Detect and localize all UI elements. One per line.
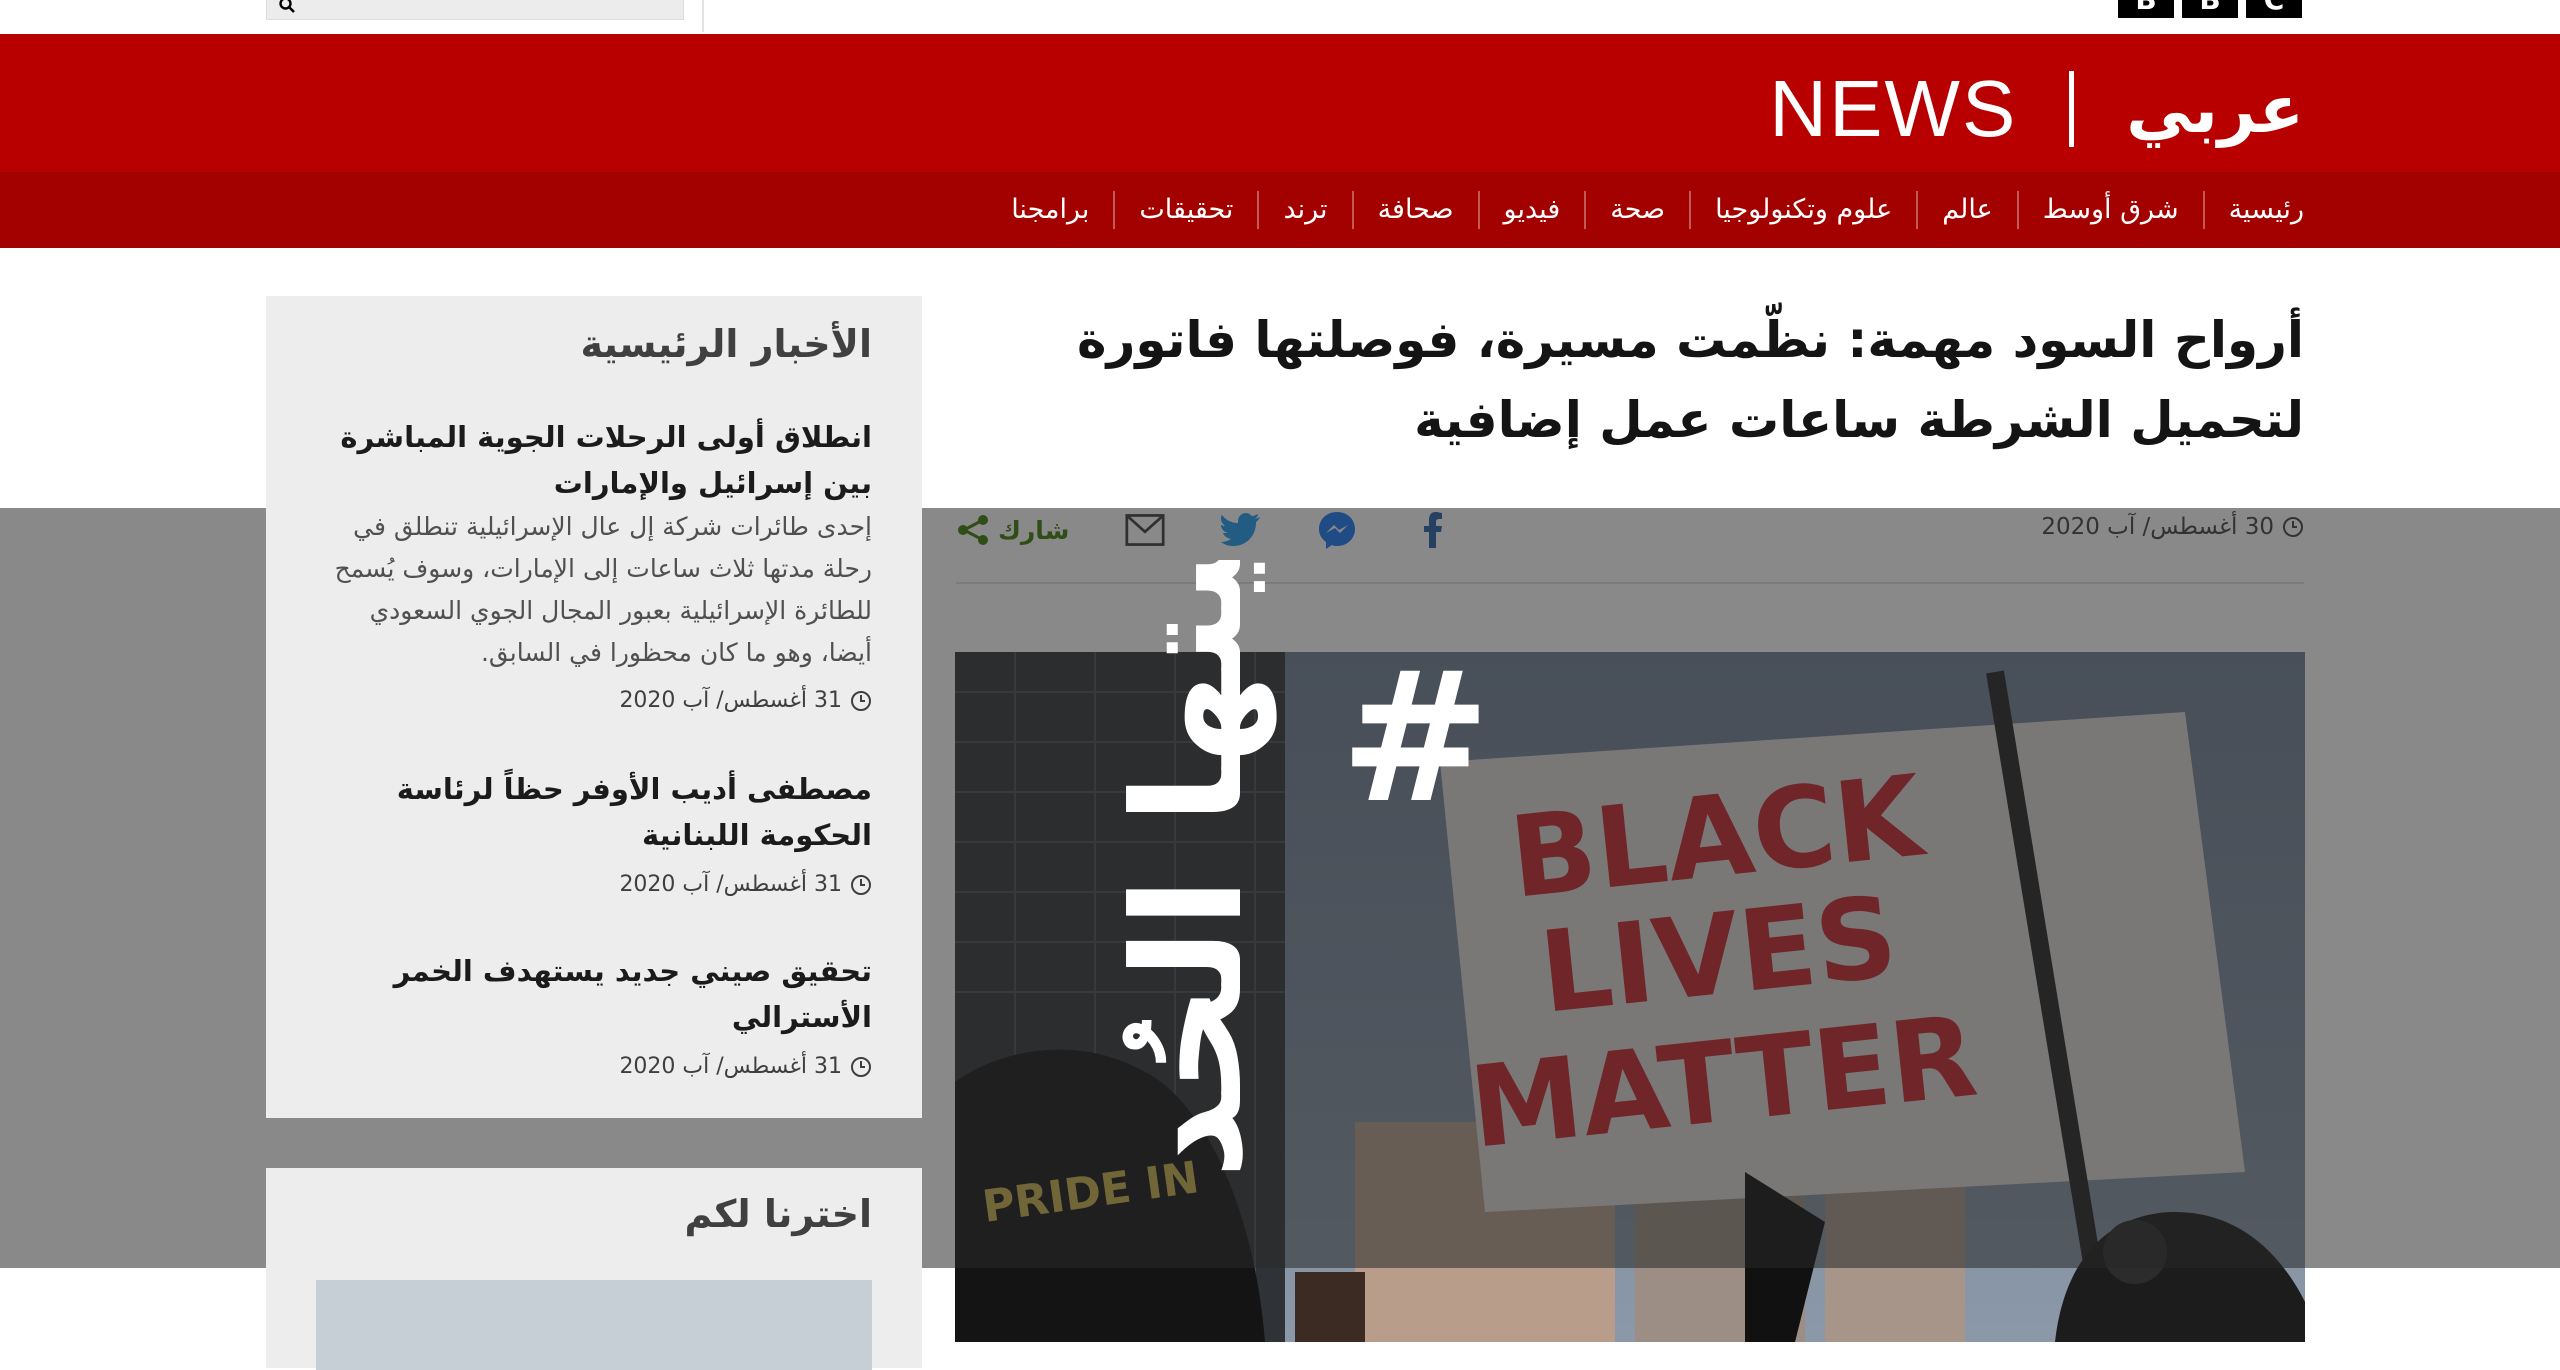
twitter-icon[interactable] bbox=[1221, 510, 1261, 550]
top-stories-panel: الأخبار الرئيسية انطلاق أولى الرحلات الج… bbox=[266, 296, 922, 1118]
top-story-date-text: 31 أغسطس/ آب 2020 bbox=[619, 1054, 842, 1079]
top-story-date-text: 31 أغسطس/ آب 2020 bbox=[619, 872, 842, 897]
editors-picks-title: اخترنا لكم bbox=[684, 1192, 873, 1236]
article-meta: 30 أغسطس/ آب 2020 شارك bbox=[956, 500, 2304, 560]
top-story-headline[interactable]: تحقيق صيني جديد يستهدف الخمر الأسترالي bbox=[312, 948, 872, 1040]
top-story-summary: إحدى طائرات شركة إل عال الإسرائيلية تنطل… bbox=[334, 512, 872, 667]
editors-picks-panel: اخترنا لكم bbox=[266, 1168, 922, 1370]
nav-item-world[interactable]: عالم bbox=[1916, 191, 2017, 229]
top-story-headline[interactable]: مصطفى أديب الأوفر حظاً لرئاسة الحكومة ال… bbox=[312, 766, 872, 858]
top-story-item[interactable]: انطلاق أولى الرحلات الجوية المباشرة بين … bbox=[312, 414, 872, 713]
bbc-logo[interactable]: B B C bbox=[2118, 0, 2308, 18]
article-date-text: 30 أغسطس/ آب 2020 bbox=[2041, 514, 2274, 540]
bbc-logo-letter: C bbox=[2246, 0, 2302, 18]
article-date: 30 أغسطس/ آب 2020 bbox=[2041, 514, 2304, 540]
top-story-date-text: 31 أغسطس/ آب 2020 bbox=[619, 688, 842, 713]
email-icon[interactable] bbox=[1125, 510, 1165, 550]
nav-item-science-tech[interactable]: علوم وتكنولوجيا bbox=[1689, 191, 1916, 229]
clock-icon bbox=[2283, 517, 2303, 537]
bbc-logo-letter: B bbox=[2118, 0, 2174, 18]
share-button[interactable]: شارك bbox=[956, 514, 1069, 546]
topbar-divider bbox=[702, 0, 704, 32]
article-headline: أرواح السود مهمة: نظّمت مسيرة، فوصلتها ف… bbox=[1077, 311, 2304, 449]
clock-icon bbox=[851, 1056, 871, 1077]
nav-item-middle-east[interactable]: شرق أوسط bbox=[2016, 191, 2203, 229]
top-story-date: 31 أغسطس/ آب 2020 bbox=[312, 688, 872, 713]
nav-item-home[interactable]: رئيسية bbox=[2202, 191, 2304, 229]
calligraphy-overlay: # ليتها الحُدود bbox=[1102, 560, 1491, 1180]
top-story-item[interactable]: مصطفى أديب الأوفر حظاً لرئاسة الحكومة ال… bbox=[312, 766, 872, 897]
search-icon[interactable] bbox=[279, 0, 295, 13]
search-input[interactable] bbox=[266, 0, 684, 20]
brand-news: NEWS bbox=[1769, 64, 2018, 153]
calligraphy-text: ليتها الحُدود bbox=[1102, 560, 1277, 1180]
nav-list: رئيسية شرق أوسط عالم علوم وتكنولوجيا صحة… bbox=[987, 172, 2304, 248]
top-story-date: 31 أغسطس/ آب 2020 bbox=[312, 872, 872, 897]
masthead: NEWS عربي bbox=[0, 34, 2560, 172]
nav-item-investigations[interactable]: تحقيقات bbox=[1113, 191, 1257, 229]
brand-logo[interactable]: NEWS عربي bbox=[1769, 64, 2304, 153]
share-bar: شارك bbox=[956, 506, 1453, 554]
top-bar: B B C bbox=[0, 0, 2560, 34]
clock-icon bbox=[851, 690, 871, 711]
top-stories-title: الأخبار الرئيسية bbox=[580, 322, 872, 366]
nav-item-press[interactable]: صحافة bbox=[1351, 191, 1478, 229]
nav-item-programs[interactable]: برامجنا bbox=[987, 191, 1113, 229]
top-story-item[interactable]: تحقيق صيني جديد يستهدف الخمر الأسترالي 3… bbox=[312, 948, 872, 1079]
facebook-icon[interactable] bbox=[1413, 510, 1453, 550]
hashtag-mark: # bbox=[1340, 634, 1491, 843]
messenger-icon[interactable] bbox=[1317, 510, 1357, 550]
share-label-text: شارك bbox=[998, 515, 1070, 545]
nav-item-health[interactable]: صحة bbox=[1584, 191, 1689, 229]
top-story-date: 31 أغسطس/ آب 2020 bbox=[312, 1054, 872, 1079]
nav-item-video[interactable]: فيديو bbox=[1477, 191, 1585, 229]
brand-arabic: عربي bbox=[2126, 70, 2304, 148]
nav-item-trending[interactable]: ترند bbox=[1257, 191, 1351, 229]
bbc-logo-letter: B bbox=[2182, 0, 2238, 18]
brand-separator bbox=[2069, 71, 2075, 147]
clock-icon bbox=[851, 874, 871, 895]
editors-pick-thumbnail[interactable] bbox=[316, 1280, 872, 1370]
top-story-headline[interactable]: انطلاق أولى الرحلات الجوية المباشرة بين … bbox=[312, 414, 872, 506]
nav-bar: رئيسية شرق أوسط عالم علوم وتكنولوجيا صحة… bbox=[0, 172, 2560, 248]
share-icon bbox=[958, 515, 988, 545]
